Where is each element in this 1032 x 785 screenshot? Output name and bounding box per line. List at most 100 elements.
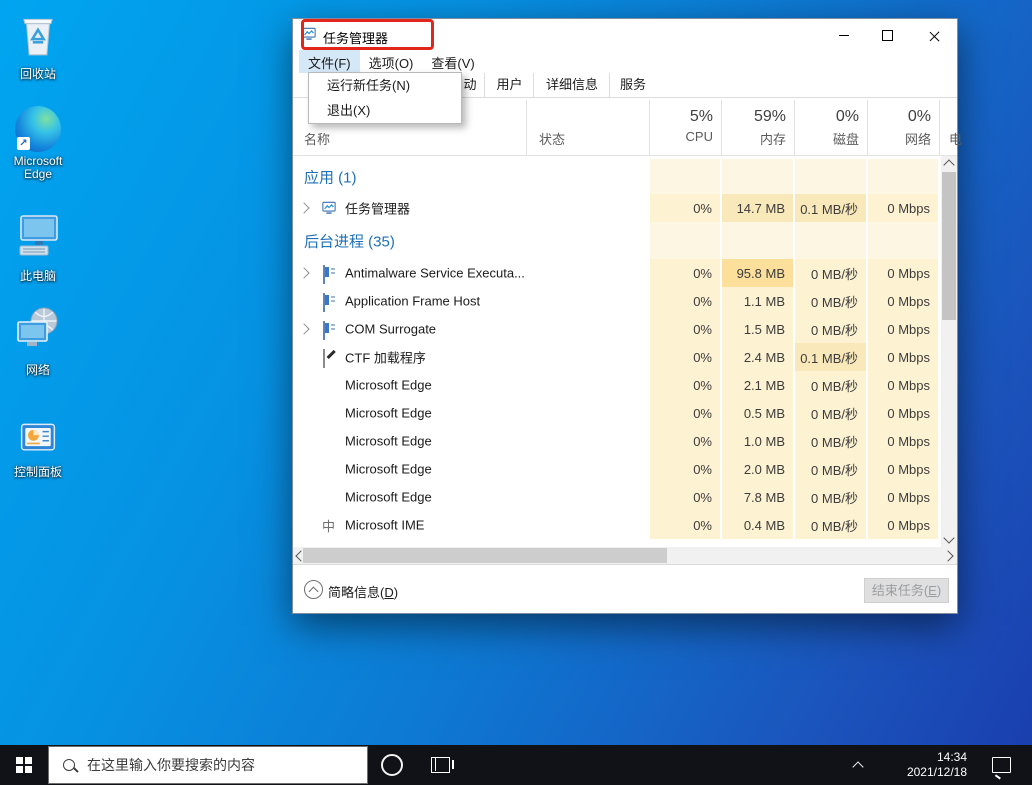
cpu-cell: 0%	[650, 287, 720, 315]
group-header[interactable]: 应用 (1)	[293, 159, 939, 194]
process-row[interactable]: COM Surrogate0%1.5 MB0 MB/秒0 Mbps	[293, 315, 939, 343]
process-row[interactable]: Microsoft Edge0%2.1 MB0 MB/秒0 Mbps	[293, 371, 939, 399]
task-view-button[interactable]	[420, 745, 460, 785]
column-name[interactable]: 名称	[304, 129, 330, 148]
cpu-cell: 0%	[650, 194, 720, 222]
group-label: 后台进程 (35)	[304, 230, 395, 251]
menu-view[interactable]: 查看(V)	[422, 50, 483, 75]
network-cell	[868, 159, 938, 194]
memory-cell: 1.1 MB	[722, 287, 793, 315]
column-网络[interactable]: 0%网络	[867, 98, 939, 155]
vertical-scroll-thumb[interactable]	[942, 172, 956, 320]
desktop-icon-recycle-bin[interactable]: 回收站	[0, 10, 76, 81]
clock-time: 14:34	[937, 750, 967, 765]
process-name: COM Surrogate	[345, 322, 436, 337]
column-内存[interactable]: 59%内存	[721, 98, 794, 155]
desktop-icon-control-panel[interactable]: 控制面板	[0, 418, 76, 479]
close-button[interactable]	[912, 19, 957, 51]
app-icon	[322, 294, 336, 308]
end-task-button[interactable]: 结束任务(E)	[864, 578, 949, 603]
tab-详细信息[interactable]: 详细信息	[533, 73, 610, 97]
process-row[interactable]: Microsoft Edge0%1.0 MB0 MB/秒0 Mbps	[293, 427, 939, 455]
tab-服务[interactable]: 服务	[609, 73, 656, 97]
app-icon	[322, 322, 336, 336]
process-row[interactable]: 任务管理器0%14.7 MB0.1 MB/秒0 Mbps	[293, 194, 939, 222]
menu-file[interactable]: 文件(F)	[299, 50, 360, 75]
horizontal-scrollbar[interactable]	[293, 547, 957, 564]
column-separator	[867, 100, 868, 155]
search-icon	[63, 759, 75, 771]
tab-用户[interactable]: 用户	[484, 73, 534, 97]
desktop-icon-network[interactable]: 网络	[0, 304, 76, 377]
network-cell: 0 Mbps	[868, 371, 938, 399]
menu-options[interactable]: 选项(O)	[360, 50, 423, 75]
summary-percent: 59%	[721, 108, 786, 126]
disk-cell	[795, 222, 866, 259]
search-input[interactable]	[85, 756, 339, 774]
end-task-accel: E	[928, 583, 937, 598]
fewer-details-icon[interactable]	[304, 580, 323, 599]
process-name: Microsoft Edge	[345, 406, 432, 421]
process-row[interactable]: Microsoft Edge0%2.0 MB0 MB/秒0 Mbps	[293, 455, 939, 483]
memory-cell: 2.4 MB	[722, 343, 793, 371]
column-CPU[interactable]: 5%CPU	[649, 98, 721, 155]
desktop-icon-microsoft-edge[interactable]: ↗Microsoft Edge	[0, 106, 76, 181]
process-row[interactable]: Antimalware Service Executa...0%95.8 MB0…	[293, 259, 939, 287]
desktop-icon-this-pc[interactable]: 此电脑	[0, 210, 76, 283]
minimize-button[interactable]	[821, 19, 866, 51]
scroll-right-icon[interactable]	[942, 550, 953, 561]
scroll-up-icon[interactable]	[943, 159, 954, 170]
start-button[interactable]	[0, 745, 48, 785]
show-hidden-icons-button[interactable]	[845, 745, 871, 785]
menu-item-exit[interactable]: 退出(X)	[309, 98, 461, 123]
process-name: Microsoft Edge	[345, 462, 432, 477]
expand-icon[interactable]	[298, 202, 309, 213]
fewer-details-text: 简略信息(	[328, 585, 384, 600]
close-icon	[929, 30, 940, 41]
edge-icon	[322, 406, 336, 420]
group-label: 应用 (1)	[304, 166, 357, 187]
column-status[interactable]: 状态	[539, 129, 565, 148]
process-row[interactable]: 中Microsoft IME0%0.4 MB0 MB/秒0 Mbps	[293, 511, 939, 539]
process-row[interactable]: Application Frame Host0%1.1 MB0 MB/秒0 Mb…	[293, 287, 939, 315]
disk-cell: 0 MB/秒	[795, 399, 866, 427]
cpu-cell: 0%	[650, 371, 720, 399]
menu-item-run-new-task[interactable]: 运行新任务(N)	[309, 73, 461, 98]
horizontal-scroll-thumb[interactable]	[303, 548, 667, 563]
cpu-cell: 0%	[650, 511, 720, 539]
vertical-scrollbar[interactable]	[941, 156, 957, 547]
desktop-icon-label: 此电脑	[0, 270, 76, 283]
disk-cell: 0 MB/秒	[795, 315, 866, 343]
title-bar[interactable]: 任务管理器	[293, 19, 957, 51]
cpu-cell: 0%	[650, 483, 720, 511]
process-name: 任务管理器	[345, 199, 410, 218]
desktop-icon-label: 回收站	[0, 68, 76, 81]
expand-icon[interactable]	[298, 323, 309, 334]
edge-icon	[322, 462, 336, 476]
expand-icon[interactable]	[298, 267, 309, 278]
process-name: Microsoft IME	[345, 518, 424, 533]
action-center-button[interactable]	[982, 745, 1020, 785]
maximize-button[interactable]	[865, 19, 910, 51]
fewer-details-button[interactable]: 简略信息(D)	[328, 582, 398, 601]
network-cell: 0 Mbps	[868, 315, 938, 343]
process-name: Microsoft Edge	[345, 378, 432, 393]
column-power-partial[interactable]: 电	[949, 129, 962, 148]
column-磁盘[interactable]: 0%磁盘	[794, 98, 867, 155]
process-row[interactable]: Microsoft Edge0%7.8 MB0 MB/秒0 Mbps	[293, 483, 939, 511]
memory-cell: 14.7 MB	[722, 194, 793, 222]
scroll-down-icon[interactable]	[943, 532, 954, 543]
disk-cell: 0 MB/秒	[795, 511, 866, 539]
cortana-button[interactable]	[377, 745, 407, 785]
column-separator	[649, 100, 650, 155]
column-separator	[794, 100, 795, 155]
process-row[interactable]: Microsoft Edge0%0.5 MB0 MB/秒0 Mbps	[293, 399, 939, 427]
window-title: 任务管理器	[323, 28, 388, 47]
taskbar-search[interactable]	[48, 746, 368, 784]
column-label: CPU	[649, 129, 713, 144]
network-cell: 0 Mbps	[868, 511, 938, 539]
process-row[interactable]: CTF 加载程序0%2.4 MB0.1 MB/秒0 Mbps	[293, 343, 939, 371]
group-header[interactable]: 后台进程 (35)	[293, 222, 939, 259]
taskbar-clock[interactable]: 14:34 2021/12/18	[875, 745, 967, 785]
column-separator	[721, 100, 722, 155]
